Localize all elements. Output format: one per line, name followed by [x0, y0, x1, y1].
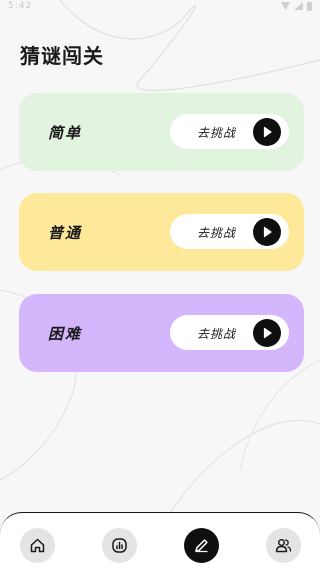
tab-users[interactable]: [266, 528, 301, 563]
challenge-button-label: 去挑战: [197, 126, 237, 140]
chart-icon: [112, 538, 127, 553]
wifi-icon: [281, 2, 290, 10]
level-name: 普通: [48, 224, 83, 242]
play-icon: [253, 319, 281, 347]
level-name: 困难: [48, 325, 83, 343]
tab-stats[interactable]: [102, 528, 137, 563]
battery-icon: [307, 2, 312, 11]
pencil-icon: [195, 539, 208, 553]
status-time: 5:42: [8, 1, 33, 11]
challenge-button-label: 去挑战: [197, 226, 237, 240]
challenge-button-hard[interactable]: 去挑战: [170, 315, 289, 350]
status-icons: [281, 2, 312, 11]
signal-icon: [294, 2, 303, 10]
level-name: 简单: [48, 124, 83, 142]
home-icon: [30, 538, 45, 553]
background-decoration: [0, 0, 320, 572]
status-bar: 5:42: [0, 0, 320, 14]
level-card-easy[interactable]: 简单 去挑战: [19, 93, 304, 171]
level-card-normal[interactable]: 普通 去挑战: [19, 193, 304, 271]
tab-home[interactable]: [20, 528, 55, 563]
challenge-button-normal[interactable]: 去挑战: [170, 214, 289, 249]
play-icon: [253, 218, 281, 246]
users-icon: [275, 539, 292, 553]
tab-quiz[interactable]: [184, 528, 219, 563]
challenge-button-label: 去挑战: [197, 327, 237, 341]
level-card-hard[interactable]: 困难 去挑战: [19, 294, 304, 372]
page-title: 猜谜闯关: [20, 44, 104, 68]
play-icon: [253, 118, 281, 146]
challenge-button-easy[interactable]: 去挑战: [170, 114, 289, 149]
